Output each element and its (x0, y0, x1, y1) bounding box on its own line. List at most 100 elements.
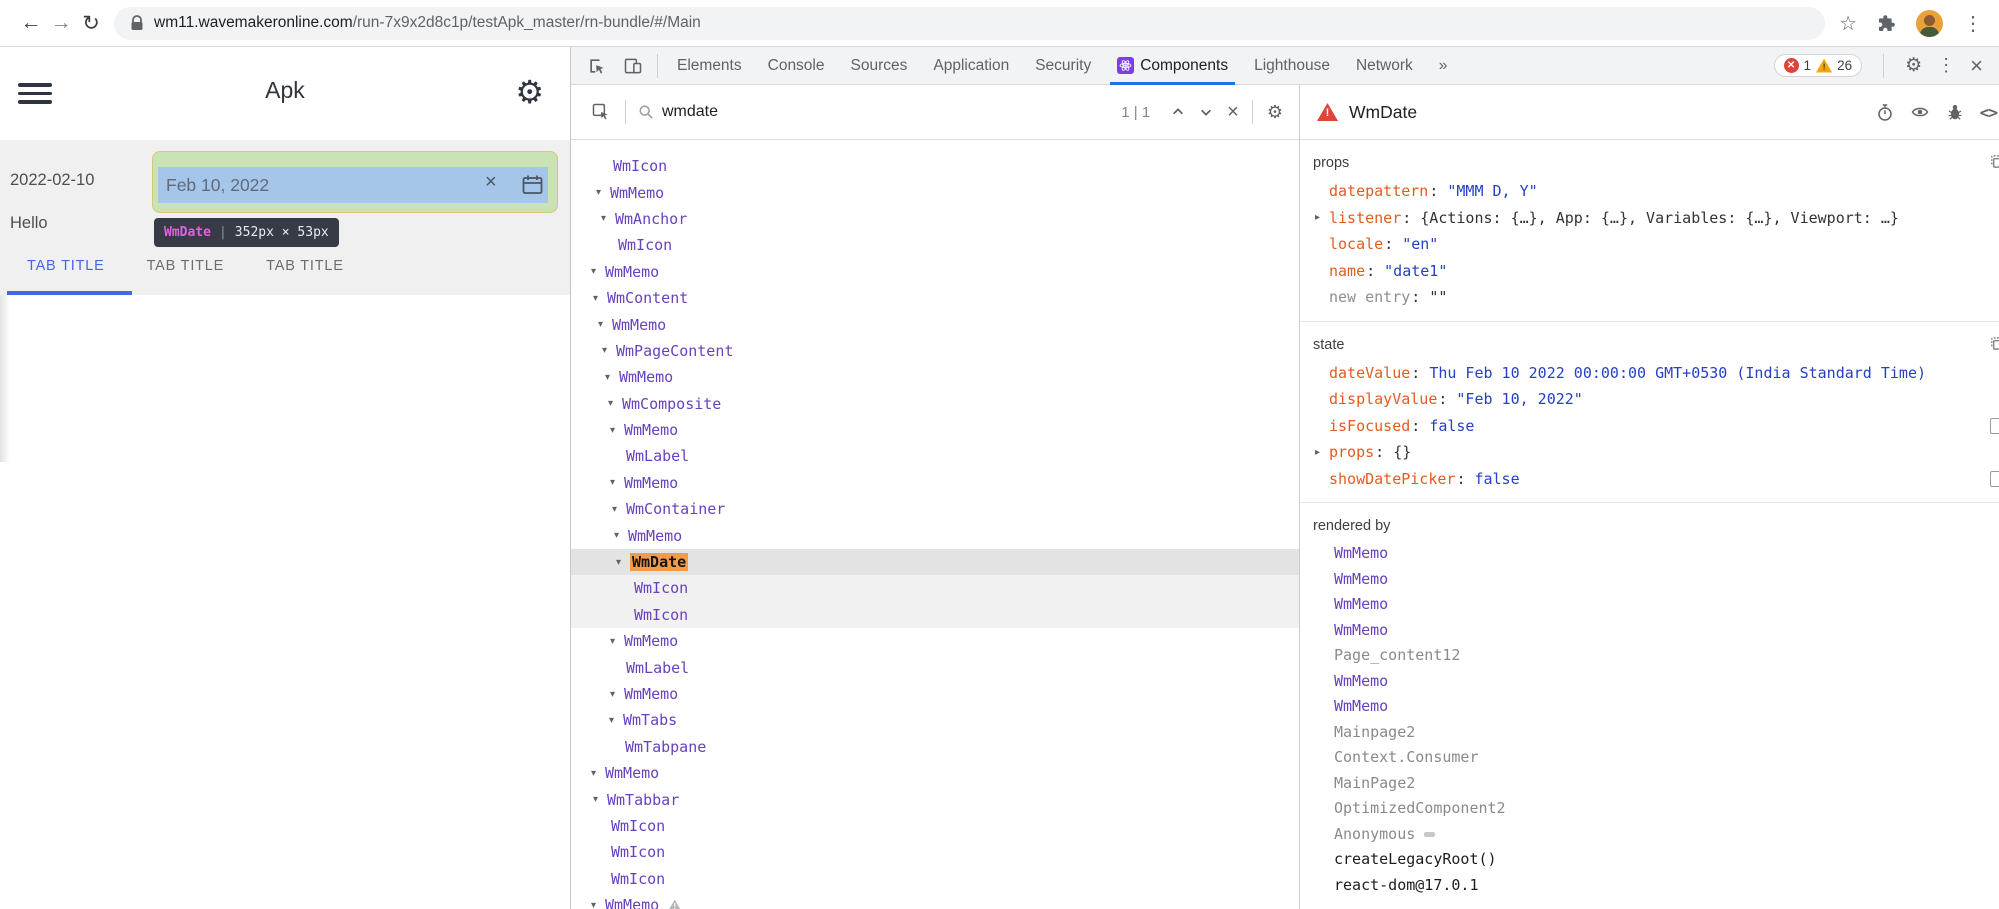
suspense-timer-icon[interactable] (1876, 103, 1894, 122)
expander-icon[interactable]: ▾ (610, 636, 624, 647)
forward-button[interactable]: → (46, 11, 76, 35)
expander-icon[interactable]: ▾ (601, 213, 615, 224)
bookmark-star-icon[interactable]: ☆ (1839, 11, 1857, 36)
calendar-icon[interactable] (520, 173, 545, 197)
expand-arrow-icon[interactable]: ▸ (1315, 212, 1329, 223)
tree-row-WmIcon[interactable]: WmIcon (571, 813, 1299, 839)
tree-row-WmIcon[interactable]: WmIcon (571, 602, 1299, 628)
tree-row-WmMemo[interactable]: ▾WmMemo (571, 259, 1299, 285)
expander-icon[interactable]: ▾ (605, 372, 619, 383)
tree-row-WmMemo[interactable]: ▾WmMemo (571, 522, 1299, 548)
rendered-by-item[interactable]: WmMemo (1300, 618, 1999, 644)
previous-result-icon[interactable] (1164, 105, 1192, 119)
expander-icon[interactable]: ▾ (591, 266, 605, 277)
tree-row-WmIcon[interactable]: WmIcon (571, 575, 1299, 601)
state-row-displayValue[interactable]: displayValue:"Feb 10, 2022" (1300, 386, 1999, 413)
tree-row-WmAnchor[interactable]: ▾WmAnchor (571, 206, 1299, 232)
expander-icon[interactable]: ▾ (593, 293, 607, 304)
expander-icon[interactable]: ▾ (591, 768, 605, 779)
tree-row-WmMemo[interactable]: ▾WmMemo (571, 364, 1299, 390)
expander-icon[interactable]: ▾ (602, 345, 616, 356)
state-row-isFocused[interactable]: isFocused:false (1300, 413, 1999, 440)
rendered-by-item[interactable]: WmMemo (1300, 567, 1999, 593)
tree-row-WmComposite[interactable]: ▾WmComposite (571, 391, 1299, 417)
copy-props-icon[interactable] (1989, 154, 1999, 169)
view-source-icon[interactable]: <> (1980, 103, 1997, 122)
state-row-showDatePicker[interactable]: showDatePicker:false (1300, 466, 1999, 493)
app-tab[interactable]: TAB TITLE (147, 258, 225, 295)
devtools-tab-security[interactable]: Security (1022, 47, 1104, 85)
tree-row-WmMemo[interactable]: ▾WmMemo (571, 311, 1299, 337)
tree-row-WmMemo[interactable]: ▾WmMemo (571, 417, 1299, 443)
tree-row-WmIcon[interactable]: WmIcon (571, 232, 1299, 258)
expander-icon[interactable]: ▾ (608, 398, 622, 409)
tree-row-WmLabel[interactable]: WmLabel (571, 443, 1299, 469)
inspect-dom-eye-icon[interactable] (1910, 103, 1930, 121)
tree-row-WmDate[interactable]: ▾WmDate (571, 549, 1299, 575)
back-button[interactable]: ← (16, 11, 46, 35)
expander-icon[interactable]: ▾ (616, 557, 630, 568)
devtools-tab-more[interactable]: » (1426, 47, 1461, 85)
tree-row-WmTabs[interactable]: ▾WmTabs (571, 707, 1299, 733)
issues-badge[interactable]: ✕ 1 ! 26 (1774, 54, 1863, 77)
rendered-by-item[interactable]: WmMemo (1300, 694, 1999, 720)
expander-icon[interactable]: ▾ (591, 900, 605, 909)
tree-row-WmContent[interactable]: ▾WmContent (571, 285, 1299, 311)
tree-row-WmMemo[interactable]: ▾WmMemo (571, 628, 1299, 654)
date-input[interactable]: Feb 10, 2022 × (158, 167, 548, 203)
app-settings-gear-icon[interactable]: ⚙ (515, 73, 544, 111)
extensions-icon[interactable] (1877, 14, 1896, 33)
state-row-props[interactable]: ▸props:{} (1300, 439, 1999, 466)
devtools-tab-lighthouse[interactable]: Lighthouse (1241, 47, 1343, 85)
reload-button[interactable]: ↻ (76, 11, 106, 36)
tree-row-WmTabpane[interactable]: WmTabpane (571, 734, 1299, 760)
expander-icon[interactable]: ▾ (610, 477, 624, 488)
devtools-tab-sources[interactable]: Sources (838, 47, 921, 85)
tree-row-WmPageContent[interactable]: ▾WmPageContent (571, 338, 1299, 364)
props-row-new-entry[interactable]: new entry:"" (1300, 284, 1999, 311)
tree-row-WmContainer[interactable]: ▾WmContainer (571, 496, 1299, 522)
app-tab[interactable]: TAB TITLE (266, 258, 344, 295)
state-row-dateValue[interactable]: dateValue:Thu Feb 10 2022 00:00:00 GMT+0… (1300, 360, 1999, 387)
tree-row-WmMemo[interactable]: ▾WmMemo (571, 760, 1299, 786)
clear-date-icon[interactable]: × (485, 171, 497, 194)
expander-icon[interactable]: ▾ (593, 794, 607, 805)
profile-avatar[interactable] (1916, 10, 1943, 37)
devtools-menu-icon[interactable]: ⋮ (1937, 55, 1955, 76)
props-row-listener[interactable]: ▸listener:{Actions: {…}, App: {…}, Varia… (1300, 205, 1999, 232)
browser-menu-icon[interactable]: ⋮ (1963, 11, 1983, 36)
tree-row-WmLabel[interactable]: WmLabel (571, 654, 1299, 680)
tree-row-WmMemo[interactable]: ▾WmMemo (571, 179, 1299, 205)
expander-icon[interactable]: ▾ (610, 425, 624, 436)
next-result-icon[interactable] (1192, 105, 1220, 119)
rendered-by-item[interactable]: WmMemo (1300, 592, 1999, 618)
expander-icon[interactable]: ▾ (596, 187, 610, 198)
clear-search-icon[interactable]: × (1220, 101, 1246, 124)
props-row-locale[interactable]: locale:"en" (1300, 231, 1999, 258)
tree-row-WmMemo[interactable]: ▾WmMemo (571, 470, 1299, 496)
rendered-by-item[interactable]: WmMemo (1300, 669, 1999, 695)
device-toolbar-icon[interactable] (615, 56, 651, 76)
devtools-tab-application[interactable]: Application (920, 47, 1022, 85)
inspect-component-icon[interactable] (583, 102, 619, 122)
props-row-datepattern[interactable]: datepattern:"MMM D, Y" (1300, 178, 1999, 205)
devtools-settings-gear-icon[interactable]: ⚙ (1905, 54, 1922, 77)
tree-row-WmIcon[interactable]: WmIcon (571, 866, 1299, 892)
components-search-input[interactable]: wmdate (662, 103, 1121, 121)
devtools-tab-elements[interactable]: Elements (664, 47, 755, 85)
devtools-close-icon[interactable]: × (1970, 53, 1983, 79)
url-bar[interactable]: wm11.wavemakeronline.com/run-7x9x2d8c1p/… (114, 7, 1825, 40)
expander-icon[interactable]: ▾ (614, 530, 628, 541)
devtools-tab-console[interactable]: Console (755, 47, 838, 85)
tree-row-WmTabbar[interactable]: ▾WmTabbar (571, 786, 1299, 812)
devtools-tab-network[interactable]: Network (1343, 47, 1426, 85)
boolean-checkbox[interactable] (1990, 471, 1999, 487)
expander-icon[interactable]: ▾ (598, 319, 612, 330)
props-row-name[interactable]: name:"date1" (1300, 258, 1999, 285)
tree-row-WmMemo[interactable]: ▾WmMemo! (571, 892, 1299, 909)
rendered-by-item[interactable]: WmMemo (1300, 541, 1999, 567)
app-tab[interactable]: TAB TITLE (27, 258, 105, 295)
tree-row-WmIcon[interactable]: WmIcon (571, 839, 1299, 865)
expander-icon[interactable]: ▾ (610, 689, 624, 700)
expander-icon[interactable]: ▾ (612, 504, 626, 515)
